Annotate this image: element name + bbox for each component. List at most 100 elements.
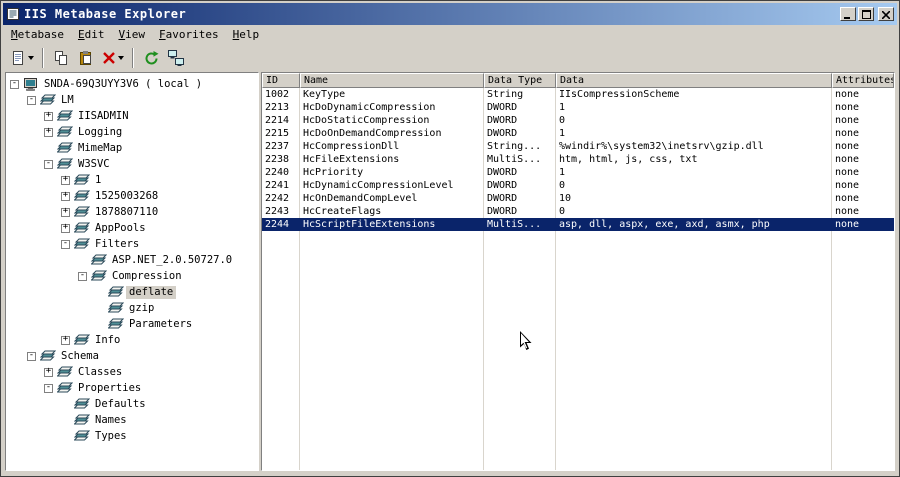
tree-expander[interactable]: - [27,95,36,105]
menu-edit[interactable]: Edit [71,26,112,44]
tree-expander[interactable]: + [44,111,53,121]
table-row[interactable]: 2241 HcDynamicCompressionLevel DWORD 0 none [262,179,894,192]
computer-icon [23,77,41,91]
tree-item-names[interactable]: Names [8,412,258,428]
tree-item-lm[interactable]: - LM [8,92,258,108]
table-row[interactable]: 2213 HcDoDynamicCompression DWORD 1 none [262,101,894,114]
tree-expander[interactable]: - [27,351,36,361]
menu-view[interactable]: View [111,26,152,44]
copy-button[interactable] [49,47,73,69]
node-icon [74,174,92,186]
tree-expander[interactable]: - [61,239,70,249]
tree-item-apppools[interactable]: + AppPools [8,220,258,236]
column-header-id[interactable]: ID [262,73,300,88]
metabase-tree[interactable]: - SNDA-69Q3UYY3V6 ( local ) - LM + IISADMIN + L… [5,72,259,471]
new-key-button[interactable] [7,47,37,69]
tree-item-filters[interactable]: - Filters [8,236,258,252]
tree-item-w3svc[interactable]: - W3SVC [8,156,258,172]
tree-item-mimemap[interactable]: MimeMap [8,140,258,156]
maximize-button[interactable] [858,7,874,21]
close-button[interactable] [878,7,894,21]
node-icon [57,158,75,170]
tree-item-parameters[interactable]: Parameters [8,316,258,332]
column-header-attributes[interactable]: Attributes [832,73,894,88]
tree-item-asp-net-2-0-50727-0[interactable]: ASP.NET_2.0.50727.0 [8,252,258,268]
tree-expander[interactable]: + [44,367,53,377]
tree-item-1[interactable]: +1 [8,172,258,188]
table-row[interactable]: 2237 HcCompressionDll String... %windir%\sy… [262,140,894,153]
table-cell: none [835,193,860,204]
table-row[interactable]: 2215 HcDoOnDemandCompression DWORD 1 none [262,127,894,140]
tree-item-label: 1878807110 [95,205,159,218]
tree-item-deflate[interactable]: deflate [8,284,258,300]
tree-expander[interactable]: - [10,79,19,89]
tree-item-snda-69q3uyy3v6-local[interactable]: - SNDA-69Q3UYY3V6 ( local ) [8,76,258,92]
table-cell: 2214 [265,115,290,126]
table-body: 1002 KeyType String IIsCompressionScheme non… [262,88,894,470]
table-row[interactable]: 2238 HcFileExtensions MultiS... htm, html, … [262,153,894,166]
menu-metabase[interactable]: Metabase [4,26,71,44]
menu-help[interactable]: Help [226,26,267,44]
tree-item-iisadmin[interactable]: + IISADMIN [8,108,258,124]
expander-slot [61,400,70,409]
tree-expander[interactable]: + [61,335,70,345]
table-row[interactable]: 1002 KeyType String IIsCompressionScheme non… [262,88,894,101]
maximize-icon [861,7,871,22]
tree-item-label: Classes [78,365,123,378]
delete-button[interactable] [99,47,127,69]
table-row[interactable]: 2242 HcOnDemandCompLevel DWORD 10 none [262,192,894,205]
minimize-button[interactable] [840,7,856,21]
expander-slot [61,432,70,441]
column-header-data[interactable]: Data [556,73,832,88]
tree-item-label: gzip [129,301,155,314]
tree-item-label: Names [95,413,127,426]
tree-item-1878807110[interactable]: +1878807110 [8,204,258,220]
table-row[interactable]: 2244 HcScriptFileExtensions MultiS... asp, … [262,218,894,231]
table-cell: HcScriptFileExtensions [303,219,436,230]
tree-item-schema[interactable]: - Schema [8,348,258,364]
paste-button[interactable] [74,47,98,69]
tree-item-properties[interactable]: - Properties [8,380,258,396]
table-row[interactable]: 2240 HcPriority DWORD 1 none [262,166,894,179]
tree-item-info[interactable]: + Info [8,332,258,348]
tree-expander[interactable]: + [61,223,70,233]
tree-item-gzip[interactable]: gzip [8,300,258,316]
table-row[interactable]: 2243 HcCreateFlags DWORD 0 none [262,205,894,218]
dropdown-arrow-icon[interactable] [118,55,124,60]
tree-expander[interactable]: + [61,191,70,201]
tree-expander[interactable]: + [44,127,53,137]
connect-button[interactable] [164,47,188,69]
node-icon [74,430,92,442]
tree-expander[interactable]: - [44,383,53,393]
title-bar[interactable]: IIS Metabase Explorer [3,3,897,25]
dropdown-arrow-icon[interactable] [28,55,34,60]
refresh-button[interactable] [139,47,163,69]
tree-item-compression[interactable]: - Compression [8,268,258,284]
column-header-name[interactable]: Name [300,73,484,88]
tree-item-defaults[interactable]: Defaults [8,396,258,412]
table-cell: 2215 [265,128,290,139]
tree-expander[interactable]: + [61,175,70,185]
tree-item-classes[interactable]: + Classes [8,364,258,380]
tree-expander[interactable]: - [78,271,87,281]
new-page-icon [10,50,26,66]
tree-expander[interactable]: + [61,207,70,217]
table-cell: 1 [559,128,566,139]
tree-item-logging[interactable]: + Logging [8,124,258,140]
tree-expander[interactable]: - [44,159,53,169]
table-row[interactable]: 2214 HcDoStaticCompression DWORD 0 none [262,114,894,127]
table-cell: 2241 [265,180,290,191]
column-header-data-type[interactable]: Data Type [484,73,556,88]
menu-favorites[interactable]: Favorites [152,26,226,44]
table-cell: KeyType [303,89,346,100]
tree-item-types[interactable]: Types [8,428,258,444]
tree-item-1525003268[interactable]: +1525003268 [8,188,258,204]
